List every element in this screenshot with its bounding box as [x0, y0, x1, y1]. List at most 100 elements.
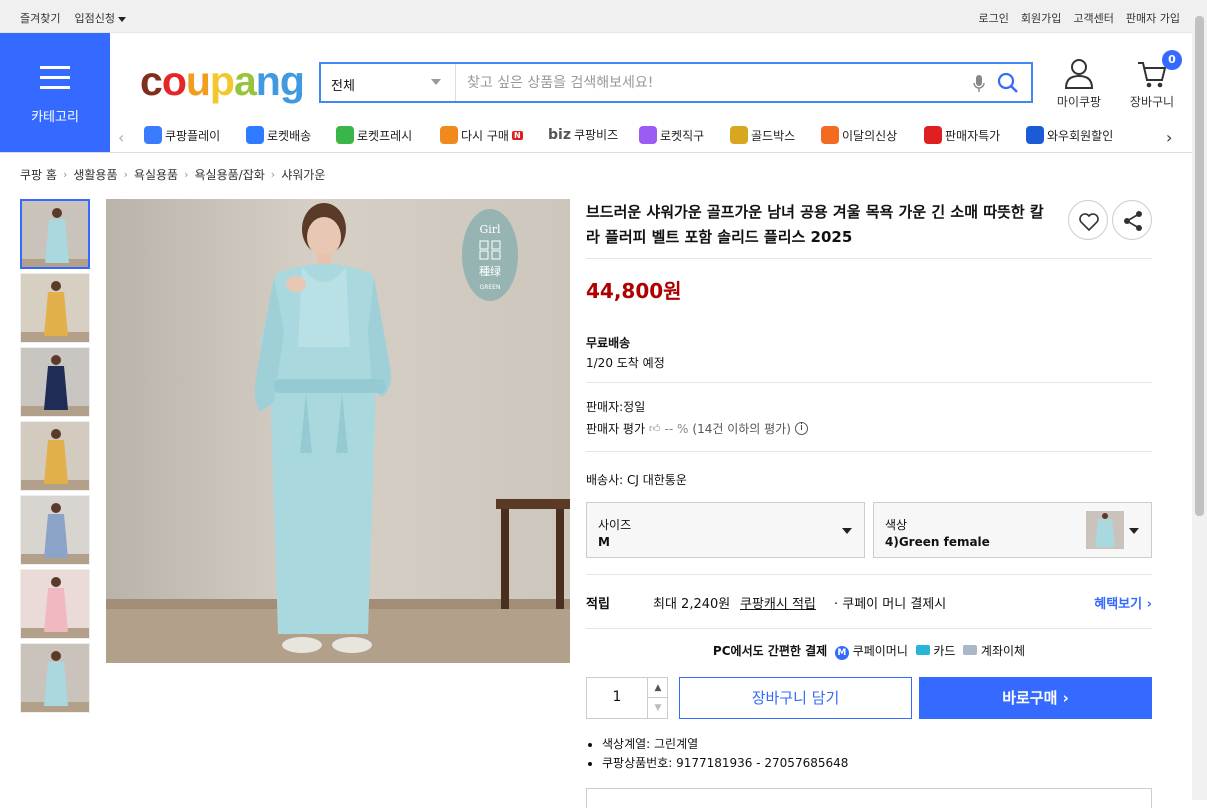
breadcrumb-item[interactable]: 쿠팡 홈 [20, 166, 57, 183]
new-icon [821, 126, 839, 144]
service-nav-item[interactable]: 로켓직구 [639, 126, 704, 144]
product-thumbnail[interactable] [20, 643, 90, 713]
seller-name[interactable]: 판매자:정일 [586, 398, 645, 415]
share-button[interactable] [1112, 200, 1152, 240]
chevron-right-icon: › [1062, 689, 1069, 707]
divider [586, 258, 1152, 259]
service-nav-item[interactable]: 다시 구매 N [440, 126, 523, 144]
bookmark-link[interactable]: 즐겨찾기 [20, 10, 60, 26]
chevron-right-icon: › [1146, 597, 1152, 612]
service-nav-item[interactable]: 이달의신상 [821, 126, 897, 144]
service-nav-item[interactable]: 골드박스 [730, 126, 795, 144]
divider [586, 574, 1152, 575]
seller-signup-link[interactable]: 판매자 가입 [1126, 10, 1180, 26]
play-icon [144, 126, 162, 144]
service-nav-label: 이달의신상 [842, 128, 898, 143]
rebuy-icon [440, 126, 458, 144]
mypage-button[interactable]: 마이쿠팡 [1055, 58, 1103, 110]
add-to-cart-button[interactable]: 장바구니 담기 [679, 677, 912, 719]
color-option-thumbnail [1086, 511, 1124, 549]
product-thumbnail[interactable] [20, 569, 90, 639]
caret-down-icon [1129, 528, 1139, 534]
wishlist-button[interactable] [1068, 200, 1108, 240]
service-nav-item[interactable]: 와우회원할인 [1026, 126, 1113, 144]
service-nav-item[interactable]: 쿠팡플레이 [144, 126, 220, 144]
service-nav-item[interactable]: 로켓배송 [246, 126, 311, 144]
global-icon [639, 126, 657, 144]
logo-letter: u [185, 58, 211, 104]
scrollbar[interactable] [1192, 0, 1207, 800]
quantity-increase-button[interactable]: ▲ [647, 678, 668, 698]
main-product-image[interactable]: Girl 種绿 GREEN [106, 199, 570, 663]
detail-item: 쿠팡상품번호: 9177181936 - 27057685648 [602, 754, 848, 773]
seller-rating: 판매자 평가 👍︎ -- % (14건 이하의 평가) i [586, 420, 808, 437]
product-title: 브드러운 샤워가운 골프가운 남녀 공용 겨울 목욕 가운 긴 소매 따뜻한 칼… [586, 203, 1044, 246]
login-link[interactable]: 로그인 [979, 10, 1009, 26]
search-input[interactable] [457, 64, 957, 101]
search-icon[interactable] [997, 72, 1019, 94]
benefits-link[interactable]: 혜택보기 › [1094, 593, 1152, 612]
caret-down-icon [117, 16, 126, 22]
service-nav-item[interactable]: 판매자특가 [924, 126, 1000, 144]
cart-button[interactable]: 장바구니 0 [1126, 50, 1182, 110]
nav-next-icon[interactable]: › [1166, 128, 1172, 147]
product-thumbnail[interactable] [20, 347, 90, 417]
header-divider [0, 152, 1192, 153]
quantity-decrease-button[interactable]: ▼ [647, 698, 668, 718]
related-card [586, 788, 1152, 808]
breadcrumb-item[interactable]: 욕실용품 [134, 166, 178, 183]
coupang-cash-link[interactable]: 쿠팡캐시 적립 [740, 593, 816, 612]
info-icon[interactable]: i [794, 422, 808, 435]
tag-top-text: Girl [479, 223, 501, 236]
tag-bottom-text: GREEN [480, 284, 501, 291]
microphone-icon[interactable] [973, 74, 985, 94]
logo-letter: n [255, 58, 281, 104]
tag-mid-text: 種绿 [479, 264, 501, 278]
category-label: 카테고리 [31, 110, 79, 125]
product-thumbnail[interactable] [20, 273, 90, 343]
signup-link[interactable]: 회원가입 [1021, 10, 1061, 26]
quantity-stepper: 1 ▲ ▼ [586, 677, 668, 719]
caret-down-icon [842, 528, 852, 534]
breadcrumb-item[interactable]: 생활용품 [73, 166, 117, 183]
reward-label: 적립 [586, 597, 610, 612]
customer-center-link[interactable]: 고객센터 [1073, 10, 1113, 26]
category-button[interactable]: 카테고리 [0, 33, 110, 152]
quantity-input[interactable]: 1 [587, 689, 647, 705]
color-select[interactable]: 색상 4)Green female [873, 502, 1152, 558]
wow-icon [1026, 126, 1044, 144]
product-thumbnail[interactable] [20, 421, 90, 491]
logo-letter: a [233, 58, 257, 104]
scrollbar-thumb[interactable] [1195, 16, 1204, 516]
product-thumbnail[interactable] [20, 199, 90, 269]
buy-now-button[interactable]: 바로구매 › [919, 677, 1152, 719]
service-nav-label: 쿠팡플레이 [165, 128, 221, 143]
top-utility-bar: 즐겨찾기 입점신청 로그인 회원가입 고객센터 판매자 가입 [0, 0, 1192, 33]
thumbs-up-icon: 👍︎ [649, 422, 661, 435]
product-thumbnail[interactable] [20, 495, 90, 565]
reward-condition: · 쿠페이 머니 결제시 [834, 597, 947, 612]
coupay-money-icon: M [834, 646, 849, 660]
breadcrumb: 쿠팡 홈 › 생활용품 › 욕실용품 › 욕실용품/잡화 › 샤워가운 [20, 166, 325, 183]
service-nav-item[interactable]: biz 쿠팡비즈 [548, 126, 618, 143]
payment-methods: PC에서도 간편한 결제 M 쿠페이머니 카드 계좌이체 [712, 644, 1026, 660]
service-nav-item[interactable]: 로켓프레시 [336, 126, 412, 144]
logo-letter: o [161, 58, 187, 104]
breadcrumb-item[interactable]: 샤워가운 [281, 166, 325, 183]
shipping-label: 무료배송 [586, 336, 631, 350]
bank-icon [963, 645, 978, 655]
size-select[interactable]: 사이즈 M [586, 502, 865, 558]
nav-prev-icon[interactable]: ‹ [118, 128, 124, 147]
chevron-right-icon: › [62, 168, 68, 181]
coupang-logo[interactable]: coupang [140, 58, 305, 104]
new-badge: N [511, 130, 523, 140]
breadcrumb-item[interactable]: 욕실용품/잡화 [195, 166, 265, 183]
service-nav: ‹ › 쿠팡플레이 로켓배송 로켓프레시 다시 구매 N biz 쿠팡비즈 로켓직구 골드박스 이… [118, 124, 1192, 149]
chevron-right-icon: › [270, 168, 276, 181]
percent-icon [924, 126, 942, 144]
reward-amount: 최대 2,240원 [653, 597, 731, 612]
seller-apply-menu[interactable]: 입점신청 [74, 10, 126, 26]
search-scope-select[interactable]: 전체 [321, 64, 456, 101]
chevron-right-icon: › [184, 168, 189, 181]
arrival-date: 1/20 도착 예정 [586, 356, 665, 370]
